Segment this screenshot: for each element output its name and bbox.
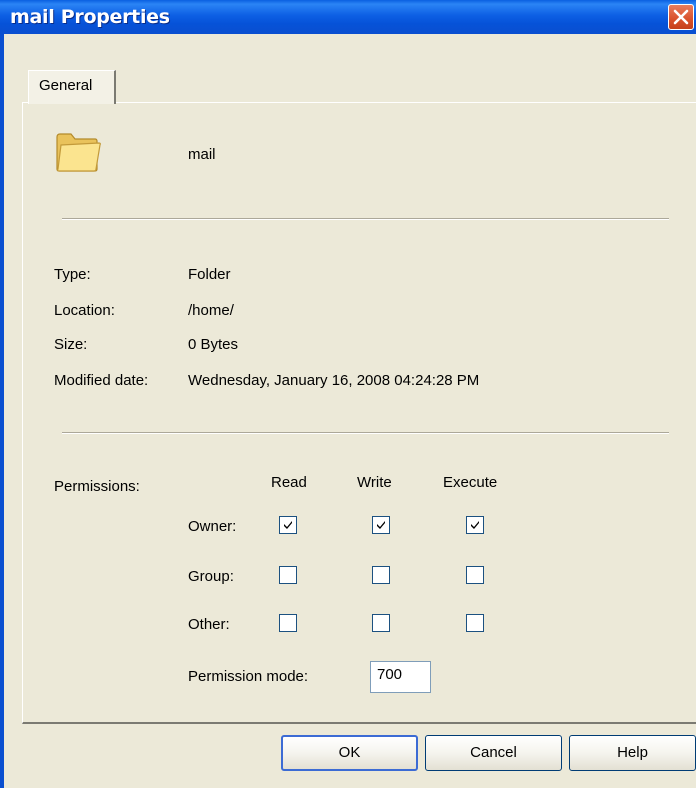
location-value: /home/	[188, 302, 234, 319]
separator	[62, 218, 669, 220]
other-write-checkbox[interactable]	[372, 614, 390, 632]
help-button[interactable]: Help	[569, 735, 696, 771]
permission-mode-input[interactable]: 700	[370, 661, 431, 693]
title-bar[interactable]: mail Properties	[0, 0, 696, 34]
modified-date-value: Wednesday, January 16, 2008 04:24:28 PM	[188, 372, 480, 389]
tab-general-label: General	[39, 77, 93, 94]
owner-label: Owner:	[188, 518, 237, 535]
modified-date-label: Modified date:	[54, 372, 149, 389]
group-execute-checkbox[interactable]	[466, 566, 484, 584]
window-frame-left	[0, 34, 4, 788]
folder-icon	[56, 133, 101, 172]
separator	[62, 432, 669, 434]
other-read-checkbox[interactable]	[279, 614, 297, 632]
group-read-checkbox[interactable]	[279, 566, 297, 584]
close-button[interactable]	[668, 4, 694, 30]
other-execute-checkbox[interactable]	[466, 614, 484, 632]
size-label: Size:	[54, 336, 88, 353]
owner-write-checkbox[interactable]	[372, 516, 390, 534]
window-title: mail Properties	[10, 6, 170, 28]
cancel-button[interactable]: Cancel	[425, 735, 562, 771]
check-icon	[471, 521, 479, 529]
ok-button[interactable]: OK	[281, 735, 418, 771]
properties-dialog: mail Properties General mail Type: Folde…	[0, 0, 696, 788]
type-label: Type:	[54, 266, 91, 283]
permission-mode-label: Permission mode:	[188, 668, 309, 685]
item-name: mail	[188, 146, 216, 163]
owner-execute-checkbox[interactable]	[466, 516, 484, 534]
tab-general[interactable]: General	[28, 70, 116, 104]
column-execute: Execute	[443, 474, 498, 491]
owner-read-checkbox[interactable]	[279, 516, 297, 534]
type-value: Folder	[188, 266, 231, 283]
permissions-label: Permissions:	[54, 478, 140, 495]
size-value: 0 Bytes	[188, 336, 239, 353]
group-write-checkbox[interactable]	[372, 566, 390, 584]
check-icon	[284, 521, 292, 529]
check-icon	[377, 521, 385, 529]
group-label: Group:	[188, 568, 234, 585]
location-label: Location:	[54, 302, 115, 319]
other-label: Other:	[188, 616, 230, 633]
close-icon	[673, 9, 689, 25]
tab-panel-general	[22, 102, 696, 724]
column-write: Write	[357, 474, 392, 491]
column-read: Read	[271, 474, 307, 491]
